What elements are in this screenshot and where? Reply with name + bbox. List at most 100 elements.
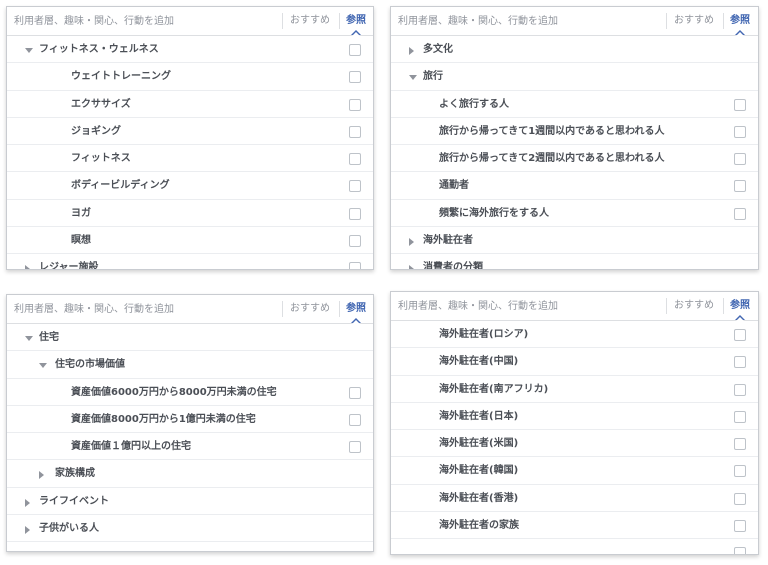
checkbox[interactable]	[349, 44, 361, 56]
item-label: 海外駐在者(ロシア)	[439, 329, 529, 340]
tab-recommended[interactable]: おすすめ	[674, 292, 714, 320]
checkbox[interactable]	[349, 262, 361, 269]
list-item[interactable]: 海外駐在者(日本)	[391, 402, 758, 431]
checkbox[interactable]	[734, 465, 746, 478]
list-item[interactable]: ジョギング	[7, 117, 373, 146]
item-label: 多文化	[423, 44, 453, 55]
list-item[interactable]: 資産価値6000万円から8000万円未満の住宅	[7, 378, 373, 406]
caret-right-icon[interactable]	[409, 47, 414, 55]
caret-right-icon[interactable]	[409, 265, 414, 269]
caret-down-icon[interactable]	[409, 75, 417, 81]
category-row[interactable]: ライフイベント	[7, 487, 373, 516]
list-item[interactable]: 資産価値8000万円から1億円未満の住宅	[7, 405, 373, 434]
checkbox[interactable]	[349, 235, 361, 248]
list-item[interactable]	[391, 539, 758, 554]
checkbox[interactable]	[734, 207, 746, 220]
checkbox[interactable]	[349, 98, 361, 111]
category-row[interactable]: 海外駐在者	[391, 227, 758, 255]
tab-recommended[interactable]: おすすめ	[290, 7, 330, 35]
category-row[interactable]: フィットネス・ウェルネス	[7, 36, 373, 64]
checkbox[interactable]	[734, 492, 746, 505]
list-item[interactable]: 海外駐在者(南アフリカ)	[391, 375, 758, 403]
tab-divider	[723, 13, 724, 29]
checkbox[interactable]	[349, 125, 361, 138]
item-label: 子供がいる人	[39, 523, 99, 535]
list-item[interactable]: 海外駐在者の家族	[391, 512, 758, 540]
list-item[interactable]: 旅行から帰ってきて1週間以内であると思われる人	[391, 117, 758, 146]
list-item[interactable]: 海外駐在者(韓国)	[391, 457, 758, 485]
list-item[interactable]: 旅行から帰ってきて2週間以内であると思われる人	[391, 145, 758, 173]
checkbox[interactable]	[734, 153, 746, 166]
list-item[interactable]: ボディービルディング	[7, 172, 373, 200]
list-item[interactable]: 頻繁に海外旅行をする人	[391, 199, 758, 228]
tab-browse[interactable]: 参照	[730, 292, 750, 321]
checkbox[interactable]	[734, 98, 746, 111]
category-row[interactable]: 住宅の市場価値	[7, 351, 373, 379]
caret-right-icon[interactable]	[25, 265, 30, 269]
tab-browse[interactable]: 参照	[346, 295, 366, 324]
item-label: ウェイトトレーニング	[71, 71, 171, 83]
caret-right-icon[interactable]	[25, 498, 30, 507]
category-row[interactable]: 住宅	[7, 324, 373, 352]
caret-right-icon[interactable]	[25, 526, 30, 535]
checkbox[interactable]	[734, 125, 746, 138]
item-label: 旅行から帰ってきて1週間以内であると思われる人	[439, 125, 665, 137]
list-item[interactable]: 資産価値１億円以上の住宅	[7, 433, 373, 461]
checkbox[interactable]	[349, 180, 361, 193]
checkbox[interactable]	[349, 207, 361, 220]
list-item[interactable]: フィットネス	[7, 145, 373, 173]
list-item[interactable]: ヨガ	[7, 199, 373, 228]
item-label: 海外駐在者	[423, 235, 473, 247]
checkbox[interactable]	[349, 413, 361, 426]
tab-divider	[723, 298, 724, 314]
item-label: 海外駐在者(日本)	[439, 410, 519, 422]
caret-down-icon[interactable]	[25, 336, 33, 341]
caret-down-icon[interactable]	[39, 363, 47, 369]
checkbox[interactable]	[349, 153, 361, 166]
checkbox[interactable]	[734, 438, 746, 451]
category-row[interactable]: 子供がいる人	[7, 515, 373, 543]
checkbox[interactable]	[349, 71, 361, 84]
checkbox[interactable]	[349, 386, 361, 399]
tab-browse[interactable]: 参照	[730, 7, 750, 36]
search-input[interactable]	[391, 292, 663, 320]
list-item[interactable]: エクササイズ	[7, 90, 373, 118]
item-label: 資産価値１億円以上の住宅	[71, 441, 191, 453]
checkbox[interactable]	[734, 547, 746, 554]
category-row[interactable]: 多文化	[391, 36, 758, 64]
category-row[interactable]: レジャー施設	[7, 254, 373, 269]
list-item[interactable]: 海外駐在者(米国)	[391, 430, 758, 458]
list-item[interactable]: 通勤者	[391, 172, 758, 200]
checkbox[interactable]	[349, 441, 361, 454]
caret-right-icon[interactable]	[409, 238, 414, 247]
audience-browser-panel-housing: おすすめ 参照 住宅住宅の市場価値資産価値6000万円から8000万円未満の住宅…	[6, 294, 374, 552]
list-item[interactable]: 瞑想	[7, 227, 373, 255]
caret-right-icon[interactable]	[39, 471, 44, 480]
list-item[interactable]: 海外駐在者(香港)	[391, 484, 758, 513]
list-item[interactable]: ウェイトトレーニング	[7, 63, 373, 91]
tab-browse[interactable]: 参照	[346, 7, 366, 36]
item-label: 海外駐在者(南アフリカ)	[439, 383, 549, 395]
tab-recommended[interactable]: おすすめ	[290, 295, 330, 323]
category-row[interactable]: 消費者の分類	[391, 254, 758, 269]
checkbox[interactable]	[734, 410, 746, 423]
search-input[interactable]	[7, 7, 279, 35]
item-label: 海外駐在者(米国)	[439, 438, 519, 450]
checkbox[interactable]	[734, 180, 746, 193]
category-row[interactable]: 旅行	[391, 63, 758, 91]
search-input[interactable]	[7, 295, 279, 323]
list-item[interactable]: 海外駐在者(中国)	[391, 348, 758, 376]
search-input[interactable]	[391, 7, 663, 35]
category-row[interactable]: 家族構成	[7, 460, 373, 488]
list-item[interactable]: 海外駐在者(ロシア)	[391, 321, 758, 349]
search-bar: おすすめ 参照	[7, 295, 373, 324]
list-item[interactable]: よく旅行する人	[391, 90, 758, 118]
checkbox[interactable]	[734, 329, 746, 341]
checkbox[interactable]	[734, 383, 746, 396]
checkbox[interactable]	[734, 520, 746, 533]
checkbox[interactable]	[734, 356, 746, 369]
item-label: ヨガ	[71, 207, 91, 219]
tab-recommended[interactable]: おすすめ	[674, 7, 714, 35]
item-label: 旅行	[423, 71, 443, 83]
caret-down-icon[interactable]	[25, 48, 33, 53]
